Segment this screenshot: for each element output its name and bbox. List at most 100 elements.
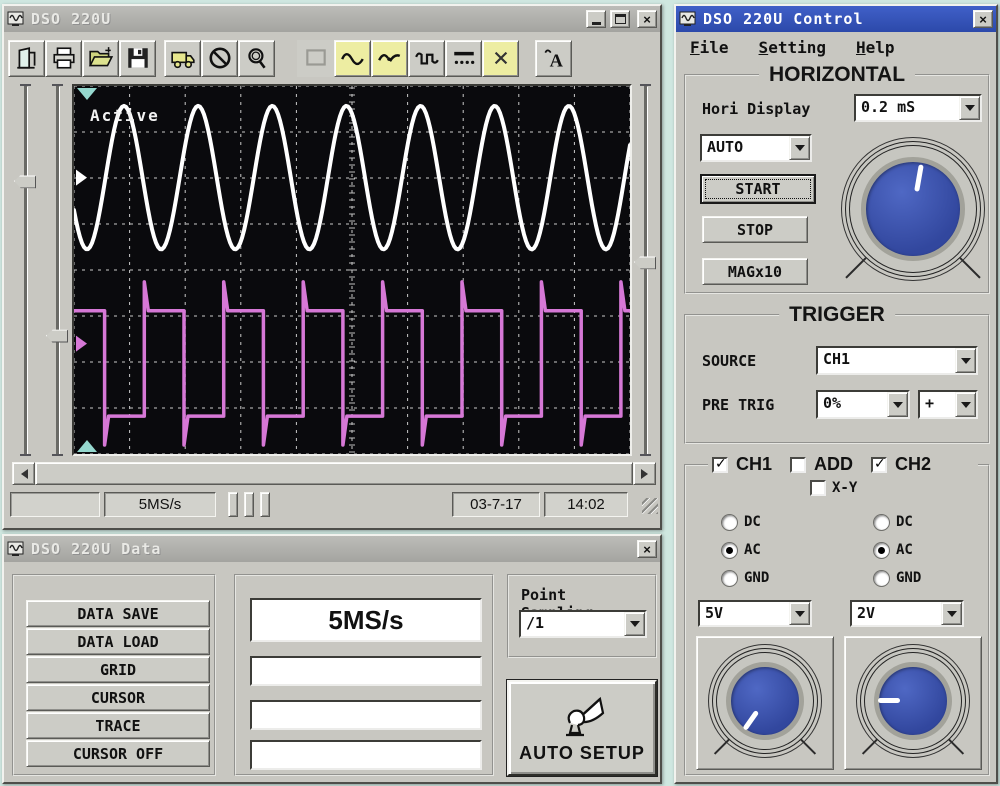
main-titlebar[interactable]: DSO 220U × [4,6,660,32]
ch2-gnd-radio[interactable] [874,571,889,586]
point-sample-combo[interactable]: /1 [519,610,647,638]
auto-setup-button[interactable]: AUTO SETUP [507,680,657,776]
combo-dropdown-button[interactable] [955,392,976,417]
control-titlebar[interactable]: DSO 220U Control × [676,6,996,32]
grid-button[interactable]: GRID [26,656,210,683]
ch2-position-slider[interactable] [44,86,70,454]
step-display-button[interactable] [408,40,445,77]
combo-dropdown-button[interactable] [789,602,810,625]
cursor-off-button[interactable]: CURSOR OFF [26,740,210,767]
exit-button[interactable] [8,40,45,77]
scope-display: Active [72,84,632,456]
scroll-thumb[interactable] [35,462,633,485]
arrow-right-icon [641,469,653,479]
ch2-position-thumb[interactable] [46,330,68,343]
no-sign-icon [207,45,233,71]
ch1-volts-combo[interactable]: 5V [698,600,812,627]
ch1-volts-knob[interactable] [717,653,813,749]
combo-dropdown-button[interactable] [959,96,980,120]
trigger-level-thumb[interactable] [634,256,656,269]
letter-a-icon: A [541,45,567,71]
mode-combo[interactable]: AUTO [700,134,812,162]
mag-x10-button[interactable]: MAGx10 [702,258,808,285]
add-checkbox[interactable] [790,457,806,473]
frame-display-button[interactable] [297,40,334,77]
ch1-position-thumb[interactable] [14,175,36,188]
ch2-dc-radio[interactable] [874,515,889,530]
print-button[interactable] [45,40,82,77]
menu-file[interactable]: File [690,38,729,57]
trigger-source-combo[interactable]: CH1 [816,346,978,375]
text-annotation-button[interactable]: A [535,40,572,77]
combo-dropdown-button[interactable] [941,602,962,625]
ch2-volts-knob[interactable] [865,653,961,749]
timebase-value: 0.2 mS [856,96,959,120]
trigger-level-slider[interactable] [632,86,658,454]
close-button[interactable]: × [637,10,657,28]
arrow-left-icon [16,469,28,479]
clear-button[interactable] [482,40,519,77]
horizontal-knob[interactable] [850,146,976,272]
acquire-run-button[interactable] [164,40,201,77]
dotted-line-icon [451,45,477,71]
control-window-title: DSO 220U Control [703,10,864,28]
ch2-dc-label: DC [896,514,913,530]
readout-box-3 [250,700,482,730]
horizontal-group: HORIZONTAL Hori Display 0.2 mS AUTO STAR… [684,74,990,294]
ch1-ac-radio[interactable] [722,543,737,558]
main-toolbar: A [8,36,656,80]
xy-checkbox[interactable] [810,480,826,496]
minimize-button[interactable] [586,10,606,28]
add-label: ADD [814,454,853,475]
data-load-button[interactable]: DATA LOAD [26,628,210,655]
data-window: DSO 220U Data × DATA SAVE DATA LOAD GRID… [2,534,662,784]
status-sample-rate: 5MS/s [104,492,216,517]
step-wave-icon [414,45,440,71]
menu-help[interactable]: Help [856,38,895,57]
acquire-stop-button[interactable] [201,40,238,77]
sine-wave-icon [340,45,366,71]
horizontal-scrollbar[interactable] [12,462,656,485]
timebase-combo[interactable]: 0.2 mS [854,94,982,122]
maximize-button[interactable] [610,10,630,28]
resize-grip[interactable] [642,498,658,514]
trace-button[interactable]: TRACE [26,712,210,739]
ch2-checkbox[interactable] [871,457,887,473]
trigger-slope-combo[interactable]: + [918,390,978,419]
dot-interpolation-button[interactable] [371,40,408,77]
print-icon [51,45,77,71]
ch1-gnd-radio[interactable] [722,571,737,586]
ch1-checkbox[interactable] [712,457,728,473]
horizontal-heading: HORIZONTAL [759,63,915,87]
scroll-right-button[interactable] [633,462,656,485]
ch2-ac-radio[interactable] [874,543,889,558]
ch1-dc-radio[interactable] [722,515,737,530]
status-time: 14:02 [544,492,628,517]
data-titlebar[interactable]: DSO 220U Data × [4,536,660,562]
scroll-left-button[interactable] [12,462,35,485]
sine-interpolation-button[interactable] [334,40,371,77]
save-file-button[interactable] [119,40,156,77]
main-window-title: DSO 220U [31,10,111,28]
open-file-button[interactable] [82,40,119,77]
combo-dropdown-button[interactable] [955,348,976,373]
stop-button[interactable]: STOP [702,216,808,243]
dotted-line-display-button[interactable] [445,40,482,77]
start-button[interactable]: START [700,174,816,204]
zoom-button[interactable] [238,40,275,77]
satellite-dish-icon [556,693,608,741]
readout-box-2 [250,656,482,686]
close-button[interactable]: × [637,540,657,558]
menu-setting[interactable]: Setting [759,38,826,57]
data-save-button[interactable]: DATA SAVE [26,600,210,627]
combo-dropdown-button[interactable] [887,392,908,417]
cursor-button[interactable]: CURSOR [26,684,210,711]
pretrig-value: 0% [818,392,887,417]
ch1-position-slider[interactable] [12,86,38,454]
close-button[interactable]: × [973,10,993,28]
combo-dropdown-button[interactable] [624,612,645,636]
combo-dropdown-button[interactable] [789,136,810,160]
ch2-volts-combo[interactable]: 2V [850,600,964,627]
ch1-gnd-label: GND [744,570,769,586]
pretrig-combo[interactable]: 0% [816,390,910,419]
